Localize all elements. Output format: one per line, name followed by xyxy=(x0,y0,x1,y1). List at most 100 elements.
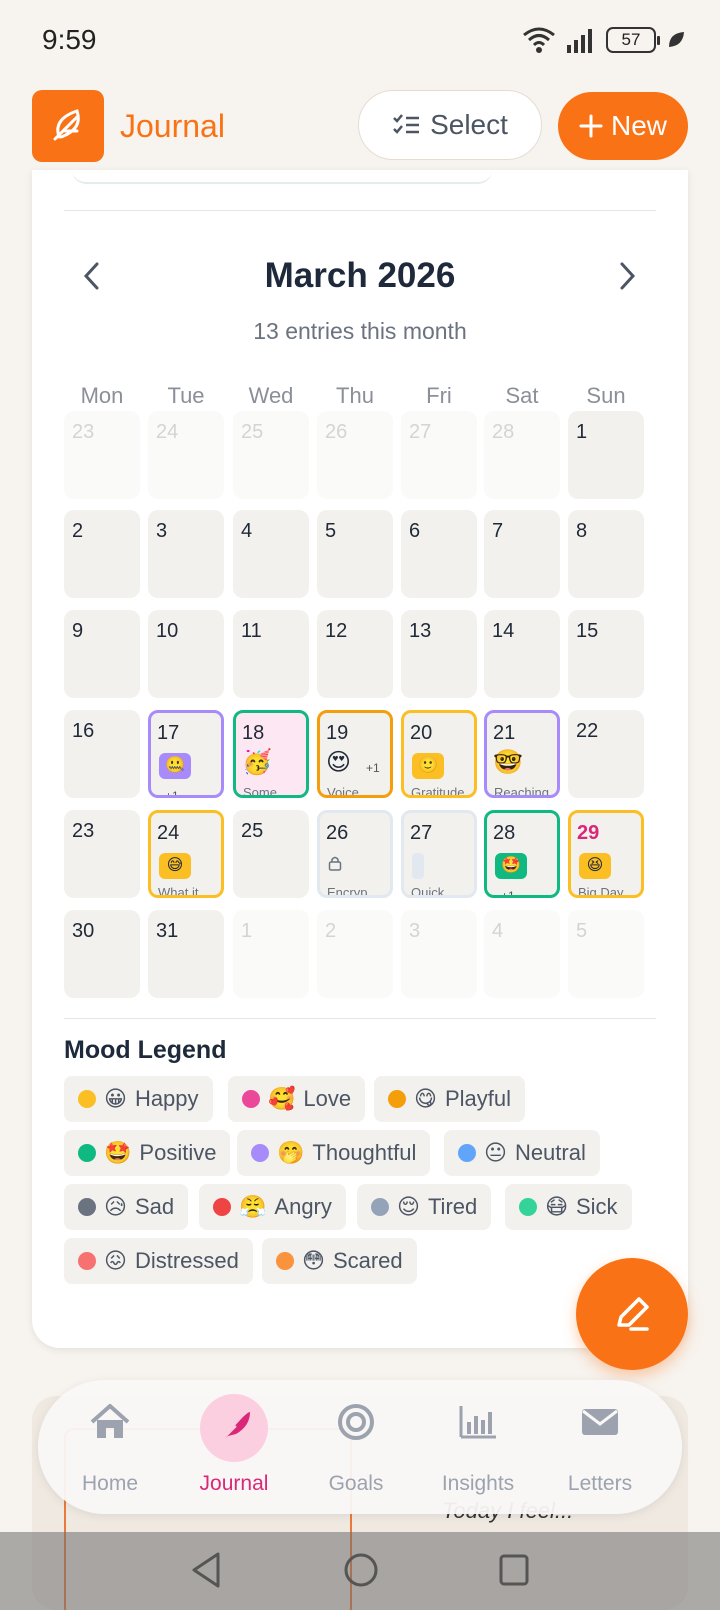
calendar-day[interactable]: 23 xyxy=(64,810,140,898)
mood-placeholder xyxy=(412,853,424,879)
home-icon xyxy=(82,1394,138,1450)
day-number: 8 xyxy=(576,520,588,542)
new-entry-button[interactable]: New xyxy=(558,92,688,160)
calendar-day[interactable]: 20 🙂 Gratitude xyxy=(401,710,477,798)
entries-count: 13 entries this month xyxy=(253,318,467,344)
legend-chip: 😷 Sick xyxy=(505,1184,632,1230)
weekday-label: Sun xyxy=(586,383,626,408)
entry-preview: Reaching xyxy=(494,785,549,798)
calendar-day[interactable]: 10 xyxy=(148,610,224,698)
mood-emoji-icon: 😐 xyxy=(484,1140,507,1165)
battery-indicator: 57 xyxy=(606,27,660,53)
status-time: 9:59 xyxy=(42,24,97,55)
calendar-day[interactable]: 3 xyxy=(148,510,224,598)
nav-journal[interactable]: Journal xyxy=(172,1380,296,1514)
recents-icon[interactable] xyxy=(496,1550,532,1590)
calendar-day[interactable]: 7 xyxy=(484,510,560,598)
calendar-day[interactable]: 24 😅 What it xyxy=(148,810,224,898)
day-number: 11 xyxy=(241,620,262,642)
calendar-day[interactable]: 12 xyxy=(317,610,393,698)
legend-chip: 😋 Playful xyxy=(374,1076,525,1122)
day-number: 23 xyxy=(72,421,95,443)
mood-emoji-icon: 😖 xyxy=(104,1248,127,1273)
mood-color-dot xyxy=(519,1198,537,1216)
select-button[interactable]: Select xyxy=(358,90,542,160)
nav-home[interactable]: Home xyxy=(48,1380,172,1514)
checklist-icon xyxy=(393,114,420,134)
mood-color-dot xyxy=(388,1090,406,1108)
day-number: 4 xyxy=(241,520,253,542)
mood-emoji-icon: 🤓 xyxy=(493,749,523,776)
mood-color-dot xyxy=(78,1144,96,1162)
mood-emoji-icon: 😷 xyxy=(545,1194,568,1219)
calendar-day[interactable]: 14 xyxy=(484,610,560,698)
day-number: 26 xyxy=(326,822,349,844)
calendar-day[interactable]: 11 xyxy=(233,610,309,698)
day-number: 6 xyxy=(409,520,421,542)
entry-preview: What it xyxy=(158,885,199,898)
calendar-day[interactable]: 19 😍 +1 Voice xyxy=(317,710,393,798)
calendar-day[interactable]: 29 😆 Big Day xyxy=(568,810,644,898)
calendar-day[interactable]: 2 xyxy=(64,510,140,598)
calendar-day[interactable]: 26 Encryp xyxy=(317,810,393,898)
mood-color-dot xyxy=(371,1198,389,1216)
day-number: 5 xyxy=(325,520,337,542)
calendar-day[interactable]: 9 xyxy=(64,610,140,698)
legend-title: Mood Legend xyxy=(64,1036,227,1064)
calendar-day[interactable]: 25 xyxy=(233,810,309,898)
back-icon[interactable] xyxy=(188,1550,224,1590)
day-number: 14 xyxy=(492,620,515,642)
legend-label: Playful xyxy=(444,1086,511,1111)
day-number: 30 xyxy=(72,920,95,942)
mood-emoji-icon: 😍 xyxy=(326,749,352,776)
calendar-day[interactable]: 17 🤐 +1 xyxy=(148,710,224,798)
calendar-day[interactable]: 31 xyxy=(148,910,224,998)
calendar-day[interactable]: 4 xyxy=(233,510,309,598)
day-number: 13 xyxy=(409,620,432,642)
calendar-day[interactable]: 22 xyxy=(568,710,644,798)
calendar-day[interactable]: 1 xyxy=(568,411,644,499)
calendar-day[interactable]: 15 xyxy=(568,610,644,698)
nav-insights[interactable]: Insights xyxy=(416,1380,540,1514)
calendar-day[interactable]: 18 🥳 Some xyxy=(233,710,309,798)
day-number: 5 xyxy=(576,920,588,942)
calendar-day[interactable]: 5 xyxy=(317,510,393,598)
bottom-nav: Home Journal Goals Insights Letters xyxy=(38,1380,682,1514)
app-logo xyxy=(32,90,104,162)
compose-fab[interactable] xyxy=(576,1258,688,1370)
calendar-day[interactable]: 16 xyxy=(64,710,140,798)
extra-entries-badge: +1 xyxy=(165,789,179,798)
day-number: 10 xyxy=(156,620,179,642)
status-bar: 9:59 57 xyxy=(0,0,720,84)
calendar-day[interactable]: 30 xyxy=(64,910,140,998)
app-header: Journal Select New xyxy=(0,84,720,180)
calendar-day[interactable]: 21 🤓 Reaching xyxy=(484,710,560,798)
calendar-day: 2 xyxy=(317,910,393,998)
next-month-button[interactable] xyxy=(607,256,647,296)
mood-emoji-icon: 😋 xyxy=(414,1086,437,1111)
mood-color-dot xyxy=(78,1252,96,1270)
legend-label: Love xyxy=(303,1086,352,1111)
weekday-label: Sat xyxy=(505,383,539,408)
nav-letters[interactable]: Letters xyxy=(538,1380,662,1514)
chevron-right-icon xyxy=(620,262,636,290)
calendar-day[interactable]: 28 🤩 +1 xyxy=(484,810,560,898)
legend-chip: 🤩 Positive xyxy=(64,1130,231,1176)
nav-goals[interactable]: Goals xyxy=(294,1380,418,1514)
mood-emoji-icon: 😆 xyxy=(579,853,611,879)
day-number: 26 xyxy=(325,421,348,443)
day-number: 15 xyxy=(576,620,599,642)
calendar-day[interactable]: 6 xyxy=(401,510,477,598)
mood-emoji-icon: 🥰 xyxy=(268,1086,296,1111)
calendar-day[interactable]: 13 xyxy=(401,610,477,698)
divider xyxy=(64,210,656,211)
day-number: 19 xyxy=(326,722,349,744)
calendar-day: 24 xyxy=(148,411,224,499)
new-label: New xyxy=(610,110,667,141)
calendar-day[interactable]: 27 Quick xyxy=(401,810,477,898)
status-icons: 57 xyxy=(522,26,686,54)
day-number: 28 xyxy=(493,822,516,844)
legend-label: Happy xyxy=(134,1086,199,1111)
home-circle-icon[interactable] xyxy=(342,1550,380,1590)
calendar-day[interactable]: 8 xyxy=(568,510,644,598)
